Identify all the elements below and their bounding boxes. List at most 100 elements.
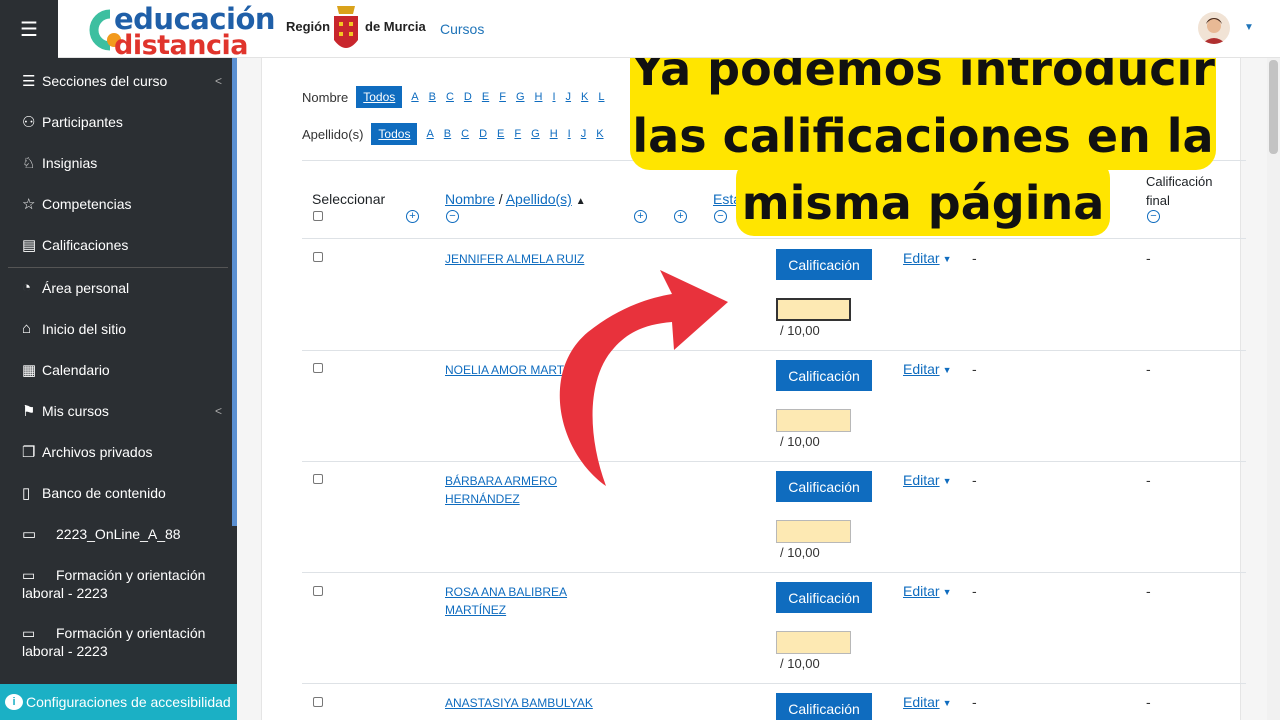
- edit-label: Editar: [903, 472, 940, 488]
- filter-letter[interactable]: B: [429, 91, 436, 103]
- empty-value: -: [972, 583, 977, 599]
- row-select-checkbox[interactable]: [313, 697, 323, 707]
- menu-toggle-button[interactable]: ☰: [0, 0, 58, 58]
- grade-input[interactable]: [776, 520, 851, 543]
- final-grade-value: -: [1146, 361, 1151, 377]
- accessibility-settings-button[interactable]: i Configuraciones de accesibilidad: [0, 684, 237, 720]
- sidebar-item-dashboard[interactable]: ◔ Área personal: [22, 279, 129, 296]
- users-icon: ⚇: [22, 114, 36, 131]
- scrollbar-thumb[interactable]: [1269, 60, 1278, 154]
- sidebar-item-grades[interactable]: ▤ Calificaciones: [22, 236, 128, 254]
- grade-input[interactable]: [776, 409, 851, 432]
- sidebar-item-badges[interactable]: ♘ Insignias: [22, 154, 97, 172]
- top-navbar: ☰ educación distancia Región de Murcia C…: [0, 0, 1280, 61]
- filter-letter[interactable]: C: [461, 128, 469, 140]
- student-name-link[interactable]: ANASTASIYA BAMBULYAK: [445, 694, 615, 712]
- site-logo[interactable]: educación distancia: [88, 2, 280, 61]
- sidebar-item-course-3[interactable]: ▭ Formación y orientación laboral - 2223: [22, 624, 222, 660]
- grade-button[interactable]: Calificación: [776, 582, 872, 613]
- filter-letter[interactable]: K: [596, 128, 603, 140]
- filter-letter[interactable]: G: [531, 128, 540, 140]
- sidebar-item-label: Calendario: [42, 362, 110, 378]
- sidebar-divider: [8, 267, 228, 268]
- sidebar-item-calendar[interactable]: ▦ Calendario: [22, 361, 110, 379]
- filter-letter[interactable]: A: [426, 128, 433, 140]
- filter-letter[interactable]: F: [499, 91, 506, 103]
- sidebar-item-course-2[interactable]: ▭ Formación y orientación laboral - 2223: [22, 566, 222, 602]
- dashboard-icon: ◔: [22, 279, 32, 296]
- grade-button[interactable]: Calificación: [776, 471, 872, 502]
- sidebar-item-competencies[interactable]: ☆ Competencias: [22, 195, 132, 213]
- callout-text: Ya podemos introducir las calificaciones…: [630, 36, 1216, 237]
- files-icon: ❐: [22, 444, 36, 461]
- filter-letter[interactable]: B: [444, 128, 451, 140]
- chevron-left-icon: <: [214, 74, 222, 88]
- sidebar-item-content-bank[interactable]: ▯ Banco de contenido: [22, 484, 166, 502]
- user-menu-caret-icon[interactable]: ▼: [1244, 22, 1254, 33]
- filter-letter[interactable]: F: [514, 128, 521, 140]
- sidebar-item-participants[interactable]: ⚇ Participantes: [22, 113, 123, 131]
- filter-letter[interactable]: J: [566, 91, 572, 103]
- filter-letter[interactable]: E: [497, 128, 504, 140]
- last-name-filter: Apellido(s) Todos A B C D E F G H I J K: [302, 123, 609, 145]
- expand-column-icon[interactable]: +: [406, 210, 419, 223]
- grade-input[interactable]: [776, 298, 851, 321]
- row-select-checkbox[interactable]: [313, 363, 323, 373]
- row-select-checkbox[interactable]: [313, 474, 323, 484]
- nav-courses-link[interactable]: Cursos: [440, 21, 484, 37]
- badge-icon: ♘: [22, 155, 36, 172]
- sidebar-item-label: Secciones del curso: [42, 73, 168, 89]
- page-scrollbar[interactable]: [1267, 58, 1280, 720]
- filter-letter[interactable]: D: [464, 91, 472, 103]
- home-icon: ⌂: [22, 320, 32, 337]
- sort-by-surname-link[interactable]: Apellido(s): [506, 191, 572, 207]
- edit-menu-link[interactable]: Editar ▼: [903, 583, 952, 599]
- filter-letter[interactable]: H: [550, 128, 558, 140]
- grade-button[interactable]: Calificación: [776, 360, 872, 391]
- filter-letter[interactable]: G: [516, 91, 525, 103]
- caret-down-icon: ▼: [942, 698, 952, 709]
- edit-menu-link[interactable]: Editar ▼: [903, 361, 952, 377]
- final-grade-value: -: [1146, 250, 1151, 266]
- filter-letter[interactable]: I: [552, 91, 555, 103]
- empty-value: -: [972, 250, 977, 266]
- grade-button[interactable]: Calificación: [776, 249, 872, 280]
- filter-letter[interactable]: E: [482, 91, 489, 103]
- sidebar-item-course-1[interactable]: ▭ 2223_OnLine_A_88: [22, 525, 181, 543]
- filter-letter[interactable]: K: [581, 91, 588, 103]
- sidebar-item-label: Calificaciones: [42, 237, 129, 253]
- collapse-column-icon[interactable]: −: [446, 210, 459, 223]
- filter-letter[interactable]: H: [535, 91, 543, 103]
- filter-letter[interactable]: J: [581, 128, 587, 140]
- filter-letter[interactable]: L: [598, 91, 604, 103]
- row-select-checkbox[interactable]: [313, 252, 323, 262]
- edit-menu-link[interactable]: Editar ▼: [903, 472, 952, 488]
- filter-all-button[interactable]: Todos: [371, 123, 418, 145]
- sidebar-item-private-files[interactable]: ❐ Archivos privados: [22, 443, 153, 461]
- row-divider: [302, 461, 1246, 462]
- sidebar-item-home[interactable]: ⌂ Inicio del sitio: [22, 320, 126, 337]
- filter-letter[interactable]: D: [479, 128, 487, 140]
- student-name-link[interactable]: ROSA ANA BALIBREA MARTÍNEZ: [445, 583, 575, 619]
- user-avatar[interactable]: [1198, 12, 1230, 44]
- callout-line: las calificaciones en la: [632, 109, 1214, 163]
- chevron-left-icon: <: [214, 404, 222, 418]
- edit-menu-link[interactable]: Editar ▼: [903, 694, 952, 710]
- caret-down-icon: ▼: [942, 587, 952, 598]
- row-select-checkbox[interactable]: [313, 586, 323, 596]
- filter-letter[interactable]: A: [411, 91, 418, 103]
- sidebar-item-label: Participantes: [42, 114, 123, 130]
- select-all-checkbox[interactable]: [313, 211, 323, 221]
- sort-by-name-link[interactable]: Nombre: [445, 191, 495, 207]
- grade-button[interactable]: Calificación: [776, 693, 872, 720]
- filter-letter[interactable]: C: [446, 91, 454, 103]
- grade-input[interactable]: [776, 631, 851, 654]
- region-logo-text: Región: [286, 19, 331, 34]
- sidebar-item-my-courses[interactable]: ⚑ Mis cursos <: [22, 402, 222, 420]
- final-grade-value: -: [1146, 694, 1151, 710]
- filter-letter[interactable]: I: [568, 128, 571, 140]
- row-divider: [302, 683, 1246, 684]
- edit-menu-link[interactable]: Editar ▼: [903, 250, 952, 266]
- sidebar-item-sections[interactable]: ☰ Secciones del curso <: [22, 72, 222, 90]
- filter-all-button[interactable]: Todos: [356, 86, 403, 108]
